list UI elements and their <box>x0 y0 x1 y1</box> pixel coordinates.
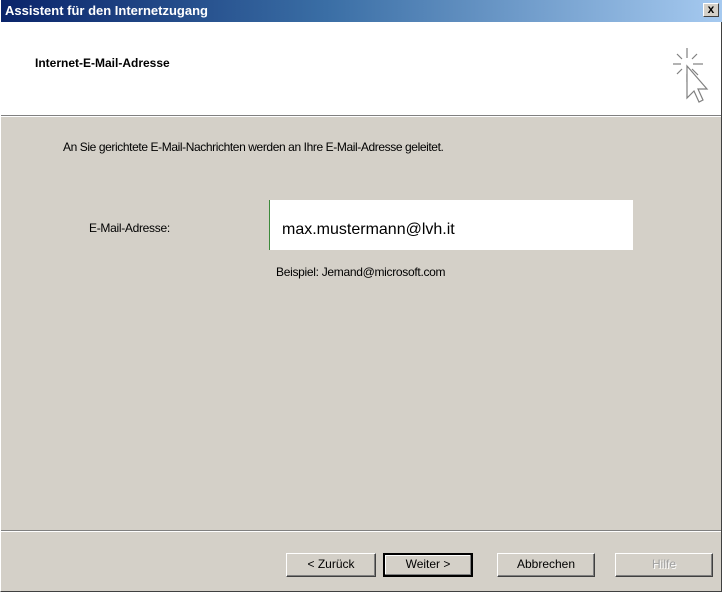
next-button[interactable]: Weiter > <box>383 553 473 577</box>
page-title: Internet-E-Mail-Adresse <box>35 56 170 70</box>
wizard-cursor-icon <box>673 48 709 103</box>
header-divider <box>1 115 721 117</box>
email-field[interactable] <box>269 200 633 250</box>
close-button[interactable]: x <box>703 3 719 17</box>
back-button[interactable]: < Zurück <box>286 553 376 577</box>
email-label: E-Mail-Adresse: <box>89 221 170 235</box>
title-bar[interactable]: Assistent für den Internetzugang x <box>1 0 722 22</box>
wizard-header: Internet-E-Mail-Adresse <box>1 22 721 115</box>
example-text: Beispiel: Jemand@microsoft.com <box>276 265 446 279</box>
cancel-button[interactable]: Abbrechen <box>497 553 595 577</box>
window-title: Assistent für den Internetzugang <box>5 3 208 18</box>
footer-divider <box>1 530 721 532</box>
wizard-dialog: Assistent für den Internetzugang x Inter… <box>0 0 722 592</box>
intro-text: An Sie gerichtete E-Mail-Nachrichten wer… <box>63 140 444 154</box>
help-button[interactable]: Hilfe <box>615 553 713 577</box>
close-icon: x <box>707 2 715 16</box>
